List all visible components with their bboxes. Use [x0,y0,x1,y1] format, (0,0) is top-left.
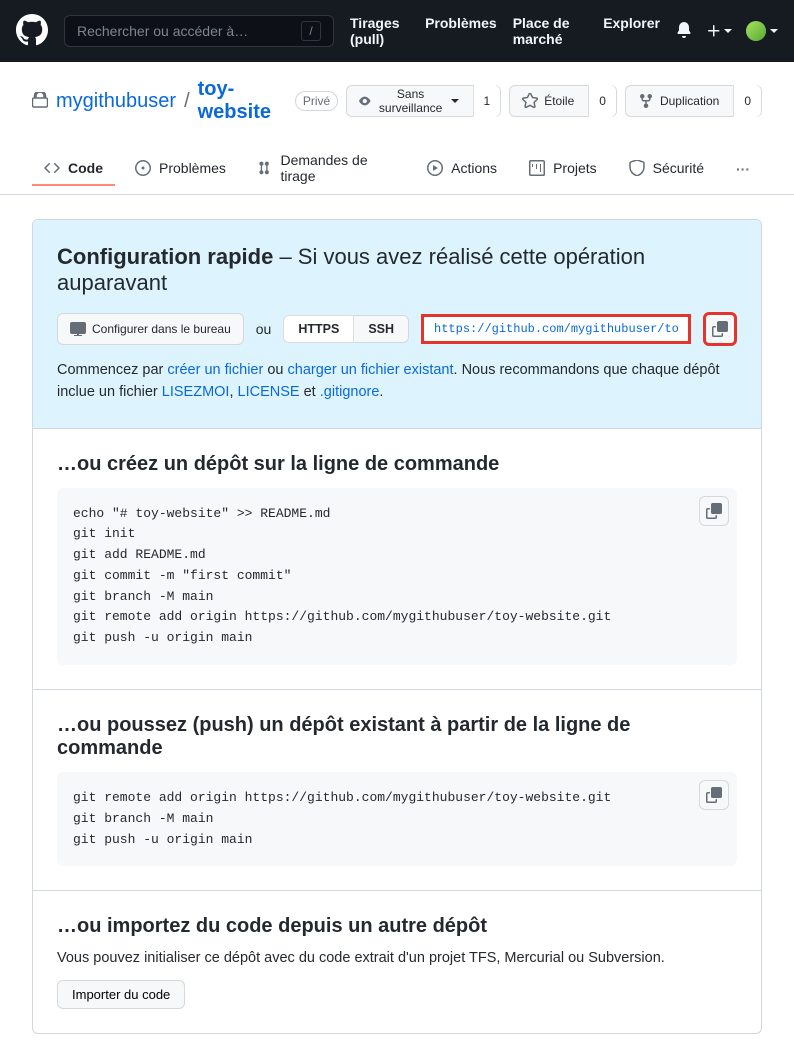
license-link[interactable]: LICENSE [238,384,300,400]
create-new-icon[interactable] [706,23,732,39]
nav-marketplace[interactable]: Place de marché [513,15,588,47]
watch-button[interactable]: Sans surveillance 1 [346,85,501,117]
tab-security[interactable]: Sécurité [617,152,716,186]
star-count: 0 [588,85,616,117]
lock-icon [32,92,48,111]
create-repo-code: echo "# toy-website" >> README.md git in… [57,488,737,666]
visibility-badge: Privé [295,91,338,111]
nav-explore[interactable]: Explorer [603,15,660,47]
upload-file-link[interactable]: charger un fichier existant [288,362,454,378]
header-nav: Tirages (pull) Problèmes Place de marché… [350,15,660,47]
repo-slash: / [184,90,190,113]
create-file-link[interactable]: créer un fichier [167,362,263,378]
tab-pulls[interactable]: Demandes de tirage [246,144,407,194]
star-button[interactable]: Étoile 0 [509,85,617,117]
slash-key-icon: / [301,21,321,41]
quicksetup-helper: Commencez par créer un fichier ou charge… [57,360,737,404]
search-input[interactable]: Rechercher ou accéder à… / [64,15,334,47]
more-tabs-button[interactable]: ··· [724,153,762,185]
copy-create-code-button[interactable] [699,496,729,526]
fork-button[interactable]: Duplication 0 [625,85,762,117]
readme-link[interactable]: LISEZMOI [162,384,230,400]
tab-projects[interactable]: Projets [517,152,609,186]
tab-issues[interactable]: Problèmes [123,152,238,186]
repo-name-link[interactable]: toy-website [198,78,287,124]
repo-owner-link[interactable]: mygithubuser [56,90,176,113]
notifications-icon[interactable] [676,22,692,41]
quicksetup-title: Configuration rapide – Si vous avez réal… [57,244,737,296]
import-repo-title: …ou importez du code depuis un autre dép… [57,915,737,938]
gitignore-link[interactable]: .gitignore [320,384,380,400]
https-tab[interactable]: HTTPS [283,315,354,343]
github-logo[interactable] [16,14,48,49]
push-repo-code: git remote add origin https://github.com… [57,772,737,866]
create-repo-title: …ou créez un dépôt sur la ligne de comma… [57,453,737,476]
watch-count: 1 [473,85,501,117]
import-code-button[interactable]: Importer du code [57,980,185,1009]
setup-desktop-button[interactable]: Configurer dans le bureau [57,313,244,345]
tab-code[interactable]: Code [32,152,115,186]
or-text: ou [256,321,272,337]
copy-url-button[interactable] [703,312,737,346]
clone-url-input[interactable] [421,314,691,344]
nav-pulls[interactable]: Tirages (pull) [350,15,409,47]
search-placeholder: Rechercher ou accéder à… [77,23,248,39]
fork-count: 0 [733,85,761,117]
tab-actions[interactable]: Actions [415,152,509,186]
nav-issues[interactable]: Problèmes [425,15,497,47]
copy-push-code-button[interactable] [699,780,729,810]
push-repo-title: …ou poussez (push) un dépôt existant à p… [57,714,737,760]
avatar[interactable] [746,21,778,41]
ssh-tab[interactable]: SSH [354,315,409,343]
import-repo-desc: Vous pouvez initialiser ce dépôt avec du… [57,950,737,966]
